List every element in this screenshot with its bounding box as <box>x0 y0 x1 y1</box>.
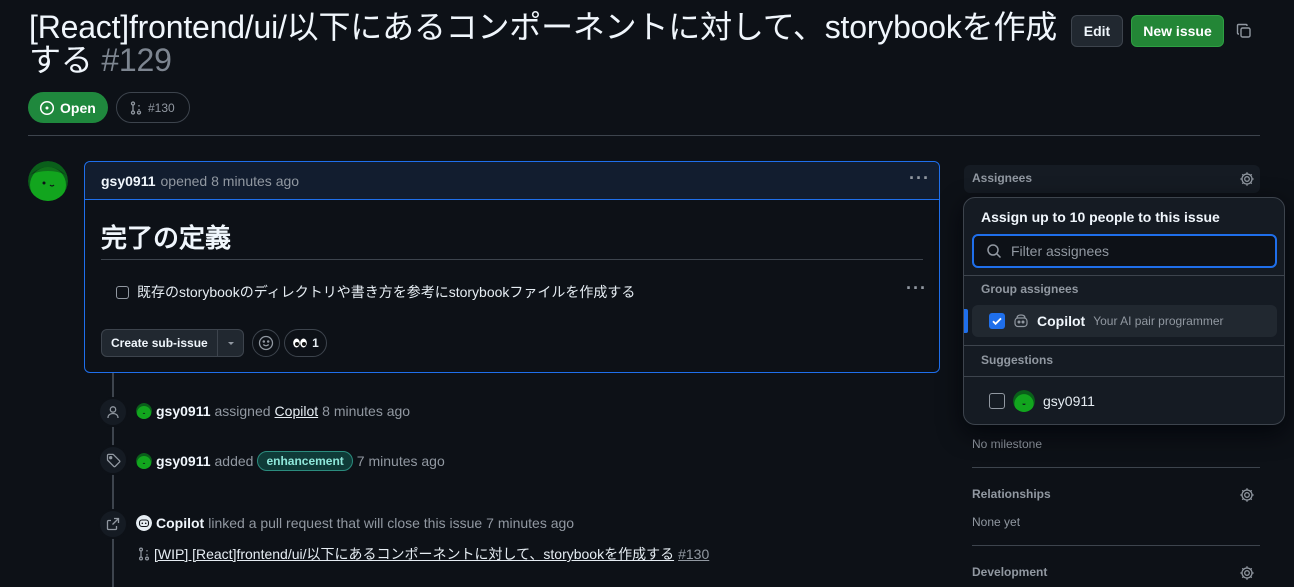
body-heading: 完了の定義 <box>101 223 232 253</box>
popover-divider <box>964 275 1284 276</box>
timeline-assigned-event: gsy0911 assigned Copilot 8 minutes ago <box>136 403 410 419</box>
linked-pr-title[interactable]: [WIP] [React]frontend/ui/以下にあるコンポーネントに対し… <box>154 544 674 564</box>
comment-meta: opened 8 minutes ago <box>160 172 300 189</box>
create-sub-issue-label: Create sub-issue <box>102 330 218 356</box>
event-actor[interactable]: gsy0911 <box>156 403 211 419</box>
event-actor[interactable]: gsy0911 <box>156 453 211 469</box>
linked-pr-number[interactable]: #130 <box>678 546 709 562</box>
new-issue-button[interactable]: New issue <box>1131 15 1224 47</box>
event-time[interactable]: 7 minutes ago <box>357 453 445 469</box>
event-verb: linked a pull request that will close th… <box>208 515 483 531</box>
chevron-down-icon[interactable] <box>218 338 243 348</box>
timeline-labeled-event: gsy0911 added enhancement 7 minutes ago <box>136 451 445 471</box>
heading-rule <box>101 259 923 260</box>
timeline-linked-event: Copilot linked a pull request that will … <box>136 515 574 531</box>
assignee-popover: Assign up to 10 people to this issue Gro… <box>963 197 1285 425</box>
assignee-link[interactable]: Copilot <box>275 403 319 419</box>
relationships-gear-icon[interactable] <box>1239 487 1255 503</box>
create-sub-issue-button[interactable]: Create sub-issue <box>101 329 244 357</box>
suggestion-avatar <box>1013 390 1035 412</box>
comment-header: gsy0911 opened 8 minutes ago ··· <box>85 162 939 200</box>
add-reaction-button[interactable] <box>252 329 280 357</box>
header-divider <box>28 135 1260 136</box>
option-name: Copilot <box>1037 313 1086 329</box>
issue-state-label: Open <box>60 99 96 116</box>
task-checkbox[interactable] <box>116 285 129 299</box>
issue-body-card: gsy0911 opened 8 minutes ago ··· 完了の定義 既… <box>84 161 940 373</box>
task-text: 既存のstorybookのディレクトリや書き方を参考にstorybookファイル… <box>137 284 636 300</box>
sidebar-divider <box>972 467 1260 468</box>
filter-assignees-field[interactable] <box>972 234 1277 268</box>
relationships-title: Relationships <box>972 487 1051 501</box>
cross-reference-icon <box>98 509 128 539</box>
comment-kebab-icon[interactable]: ··· <box>909 168 930 189</box>
pull-request-draft-icon <box>138 547 150 561</box>
copilot-icon <box>1013 314 1029 328</box>
task-list-item: 既存のstorybookのディレクトリや書き方を参考にstorybookファイル… <box>116 282 635 302</box>
issue-state-badge: Open <box>28 92 108 123</box>
selected-indicator <box>964 309 968 333</box>
assignee-option-gsy0911[interactable]: gsy0911 <box>972 385 1277 417</box>
group-assignees-heading: Group assignees <box>981 282 1079 296</box>
person-icon <box>98 397 128 427</box>
filter-assignees-input[interactable] <box>1011 243 1261 259</box>
development-gear-icon[interactable] <box>1239 565 1255 581</box>
assignees-gear-icon[interactable] <box>1239 171 1255 187</box>
reaction-count: 1 <box>312 336 319 350</box>
comment-author[interactable]: gsy0911 <box>101 173 156 189</box>
issue-title: [React]frontend/ui/以下にあるコンポーネントに対して、stor… <box>29 11 1059 77</box>
linked-pr-row: [WIP] [React]frontend/ui/以下にあるコンポーネントに対し… <box>138 544 709 564</box>
milestone-value: No milestone <box>972 437 1043 451</box>
event-time[interactable]: 7 minutes ago <box>486 515 574 531</box>
task-kebab-icon[interactable]: ··· <box>906 278 927 299</box>
enhancement-label[interactable]: enhancement <box>257 451 353 471</box>
author-avatar[interactable] <box>28 161 68 201</box>
eyes-reaction-button[interactable]: 1 <box>284 329 327 357</box>
checkbox-unchecked[interactable] <box>989 393 1005 409</box>
event-verb: assigned <box>214 403 271 419</box>
popover-divider <box>964 345 1284 346</box>
edit-button[interactable]: Edit <box>1071 15 1123 47</box>
option-description: Your AI pair programmer <box>1093 314 1224 328</box>
popover-title: Assign up to 10 people to this issue <box>981 209 1220 225</box>
issue-title-text: [React]frontend/ui/以下にあるコンポーネントに対して、stor… <box>29 9 1058 78</box>
checkbox-checked[interactable] <box>989 313 1005 329</box>
search-icon <box>986 243 1002 259</box>
pull-request-icon <box>130 100 142 115</box>
tag-icon <box>98 445 128 475</box>
actor-avatar[interactable] <box>136 453 152 469</box>
event-time[interactable]: 8 minutes ago <box>322 403 410 419</box>
sidebar-divider <box>972 545 1260 546</box>
relationships-value: None yet <box>972 515 1021 529</box>
smiley-icon <box>258 335 274 351</box>
development-title: Development <box>972 565 1048 579</box>
option-name: gsy0911 <box>1043 393 1095 409</box>
copy-icon[interactable] <box>1236 23 1252 39</box>
issue-number: #129 <box>101 42 172 78</box>
linked-pr-badge[interactable]: #130 <box>116 92 190 123</box>
linked-pr-number: #130 <box>148 100 175 115</box>
copilot-avatar[interactable] <box>136 515 152 531</box>
issue-opened-icon <box>39 100 55 116</box>
event-actor[interactable]: Copilot <box>156 515 204 531</box>
assignees-title: Assignees <box>972 171 1033 185</box>
assignee-option-copilot[interactable]: Copilot Your AI pair programmer <box>972 305 1277 337</box>
popover-divider <box>964 376 1284 377</box>
actor-avatar[interactable] <box>136 403 152 419</box>
event-verb: added <box>214 453 254 469</box>
suggestions-heading: Suggestions <box>981 353 1054 367</box>
eyes-icon <box>292 337 308 349</box>
